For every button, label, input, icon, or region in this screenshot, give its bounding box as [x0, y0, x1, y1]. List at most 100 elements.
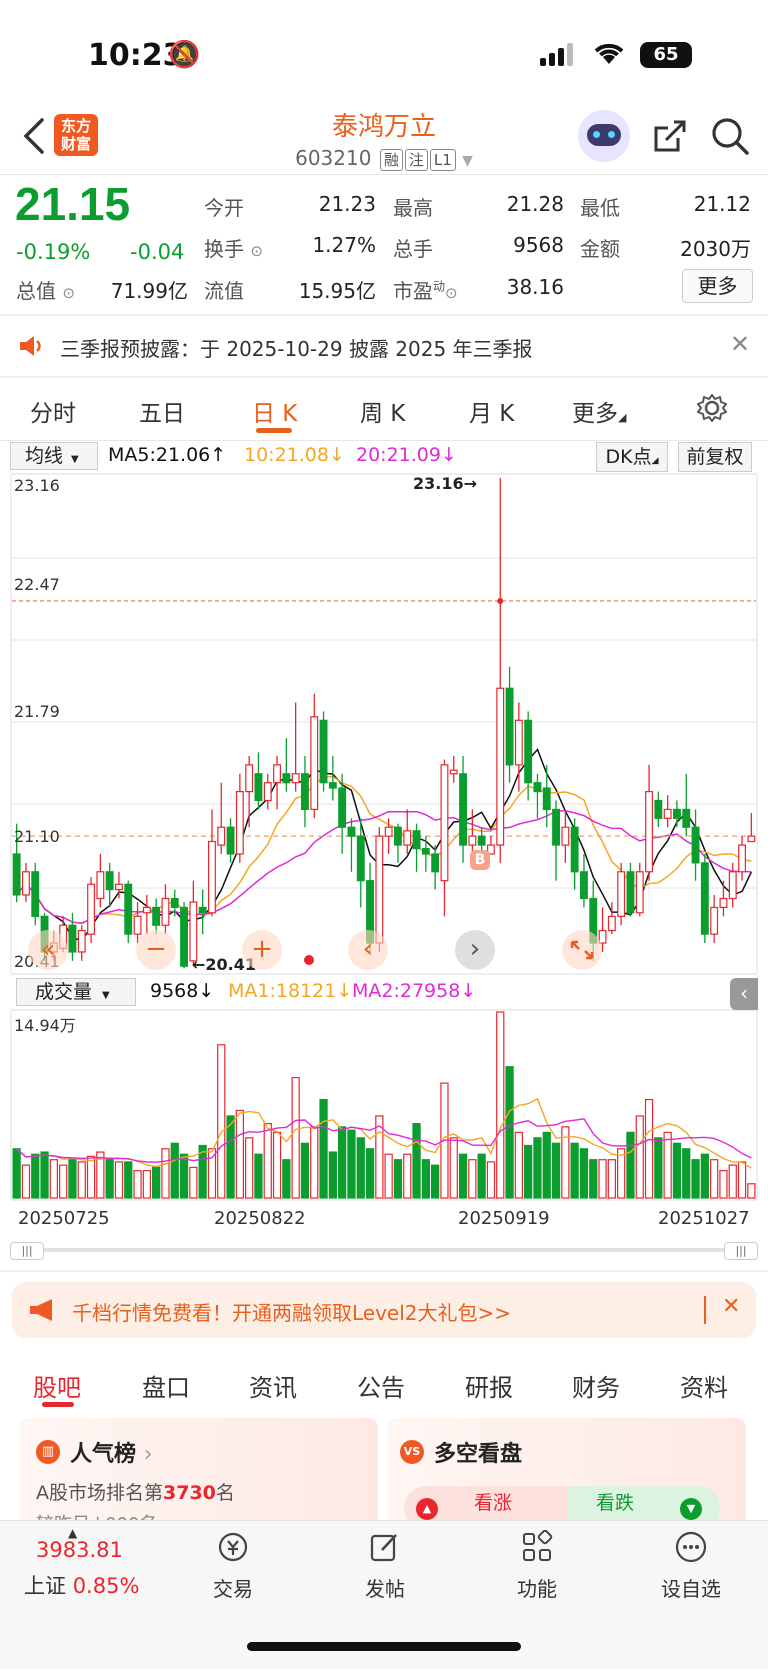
more-button[interactable]: 更多	[682, 269, 753, 303]
volume-bar	[161, 1148, 170, 1199]
volume-bar	[170, 1142, 179, 1199]
fullscreen-icon[interactable]	[562, 930, 602, 970]
volume-bar	[700, 1153, 709, 1199]
popularity-card[interactable]: ▥ 人气榜 › A股市场排名第3730名 较昨日↓000名	[20, 1418, 378, 1528]
tab-profile[interactable]: 资料	[680, 1368, 728, 1403]
tab-orderbook[interactable]: 盘口	[142, 1368, 190, 1403]
candle-body	[301, 773, 309, 811]
tab-research[interactable]: 研报	[465, 1368, 513, 1403]
volume-indicator-select[interactable]: 成交量 ▼	[16, 978, 136, 1006]
candle-body	[542, 787, 551, 811]
volume-bar	[254, 1153, 263, 1199]
candle-body	[533, 782, 542, 793]
kline-chart[interactable]	[0, 438, 768, 1238]
candle-body	[403, 830, 412, 846]
candle-body	[22, 871, 30, 896]
functions-button[interactable]: 功能	[492, 1529, 582, 1602]
tab-daily-k[interactable]: 日 K	[252, 394, 297, 428]
post-button[interactable]: 发帖	[340, 1530, 430, 1602]
index-name: 上证	[24, 1574, 66, 1598]
low-value: 21.12	[693, 192, 751, 216]
candle-body	[356, 835, 365, 882]
pe-label[interactable]: 市盈动⊙	[393, 275, 458, 304]
bull-bear-card[interactable]: VS 多空看盘 ▲ 看涨 看跌 ▼	[388, 1418, 746, 1530]
open-label: 今开	[204, 196, 244, 220]
volume-bar	[672, 1142, 682, 1199]
tab-announcements[interactable]: 公告	[357, 1368, 405, 1403]
close-icon[interactable]: ✕	[730, 330, 750, 358]
search-icon[interactable]	[710, 116, 750, 156]
volume-bar	[654, 1137, 663, 1199]
buy-marker[interactable]: B	[470, 850, 490, 870]
candle-body	[328, 782, 337, 789]
tab-news[interactable]: 资讯	[249, 1368, 297, 1403]
market-cap-label[interactable]: 总值 ⊙	[16, 275, 75, 304]
tab-financials[interactable]: 财务	[572, 1368, 620, 1403]
turnover-label[interactable]: 换手 ⊙	[204, 233, 263, 262]
chart-scrollbar[interactable]: ||| |||	[10, 1242, 758, 1260]
volume-bar	[393, 1159, 403, 1199]
candle-body	[412, 830, 421, 850]
candle-body	[747, 835, 756, 843]
tab-weekly-k[interactable]: 周 K	[360, 394, 405, 428]
settings-gear-icon[interactable]	[697, 393, 727, 423]
candle-body	[710, 906, 719, 935]
candle-body	[449, 769, 458, 775]
notice-text: 三季报预披露：于 2025-10-29 披露 2025 年三季报	[60, 337, 533, 361]
volume-bar	[449, 1137, 458, 1199]
collapse-panel-button[interactable]: ‹	[730, 978, 758, 1010]
vol-ma2-legend: MA2:27958↓	[352, 980, 477, 1002]
bull-bear-title: 多空看盘	[434, 1442, 523, 1467]
candle-body	[133, 915, 142, 935]
volume-bar	[12, 1148, 21, 1199]
scroll-left-fast-button[interactable]: «	[28, 930, 68, 970]
scroll-handle-right[interactable]: |||	[724, 1242, 758, 1260]
promo-banner[interactable]: 千档行情免费看！开通两融领取Level2大礼包>> ✕	[12, 1282, 756, 1338]
candle-body	[235, 790, 244, 855]
candle-body	[96, 871, 105, 900]
trade-button[interactable]: 交易	[188, 1530, 278, 1602]
volume-label: 总手	[393, 237, 433, 261]
candle-body	[189, 901, 198, 962]
candle-body	[654, 799, 663, 819]
change-percent: -0.19%	[16, 240, 91, 264]
zoom-out-button[interactable]: −	[136, 930, 176, 970]
volume-value: 9568↓	[150, 980, 215, 1002]
candle-body	[561, 826, 570, 846]
candle-body	[291, 773, 300, 784]
robot-avatar-icon[interactable]	[578, 110, 630, 162]
tag-level1: L1	[429, 149, 456, 171]
volume-bar	[356, 1137, 365, 1199]
volume-bar	[737, 1161, 747, 1199]
scroll-left-button[interactable]: ‹	[348, 930, 388, 970]
tab-monthly-k[interactable]: 月 K	[469, 394, 514, 428]
tab-forum[interactable]: 股吧	[33, 1368, 81, 1403]
tab-more[interactable]: 更多◢	[572, 394, 626, 428]
volume-bar	[458, 1153, 468, 1199]
candle-body	[142, 906, 151, 914]
volume-bar	[551, 1142, 561, 1199]
market-cap-value: 71.99亿	[110, 279, 188, 303]
candle-body	[198, 906, 207, 914]
zoom-in-button[interactable]: +	[242, 930, 282, 970]
share-icon[interactable]	[652, 118, 688, 154]
notice-bar[interactable]: 三季报预披露：于 2025-10-29 披露 2025 年三季报 ✕	[0, 316, 768, 376]
candle-body	[496, 687, 505, 846]
down-arrow-icon: ▼	[680, 1498, 702, 1520]
volume-bar	[86, 1155, 96, 1199]
scroll-handle-left[interactable]: |||	[10, 1242, 44, 1260]
candle-body	[607, 915, 616, 932]
candle-body	[226, 826, 235, 855]
tab-intraday[interactable]: 分时	[30, 394, 76, 428]
close-banner-icon[interactable]: ✕	[722, 1294, 740, 1319]
speaker-icon	[20, 336, 41, 356]
float-cap-value: 15.95亿	[298, 279, 376, 303]
tab-5day[interactable]: 五日	[139, 394, 185, 428]
amount-value: 2030万	[680, 237, 751, 261]
scroll-right-button[interactable]: ›	[455, 930, 495, 970]
index-widget[interactable]: ▲ 3983.81 上证 0.85%	[20, 1526, 160, 1598]
candle-body	[738, 844, 746, 873]
add-watchlist-button[interactable]: 设自选	[646, 1530, 736, 1602]
candle-body	[663, 808, 672, 819]
candle-body	[570, 826, 579, 873]
